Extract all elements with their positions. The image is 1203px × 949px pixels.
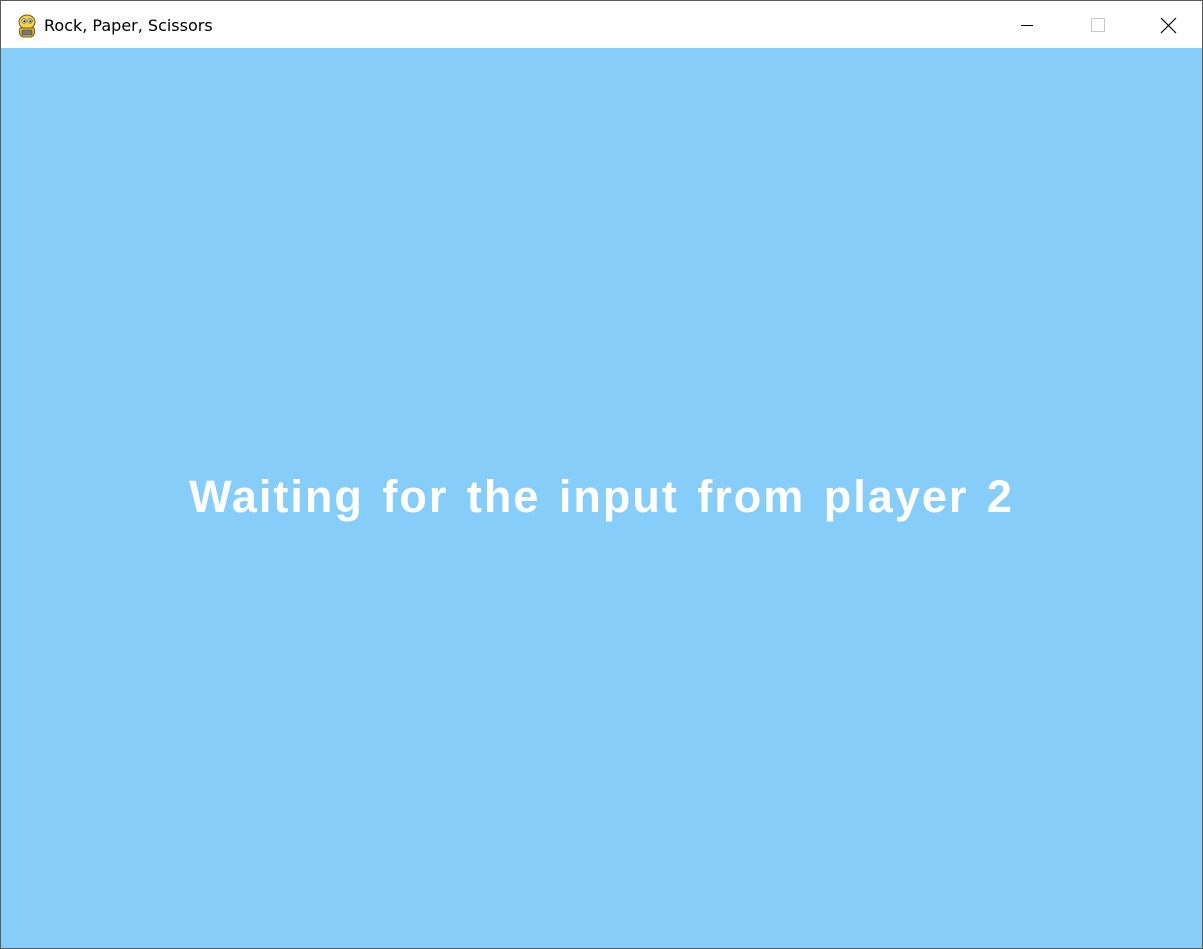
minimize-button[interactable]	[992, 1, 1062, 48]
maximize-button[interactable]	[1062, 1, 1132, 48]
status-message: Waiting for the input from player 2	[189, 471, 1014, 522]
title-bar[interactable]: Rock, Paper, Scissors	[1, 1, 1202, 48]
close-icon	[1160, 17, 1177, 34]
minimize-icon	[1021, 25, 1033, 26]
close-button[interactable]	[1132, 1, 1202, 48]
window-title: Rock, Paper, Scissors	[44, 16, 213, 35]
maximize-icon	[1091, 18, 1105, 32]
game-canvas[interactable]: Waiting for the input from player 2	[1, 48, 1202, 948]
game-window: Rock, Paper, Scissors Waiting for the in…	[0, 0, 1203, 949]
pygame-snake-icon[interactable]	[15, 13, 39, 39]
